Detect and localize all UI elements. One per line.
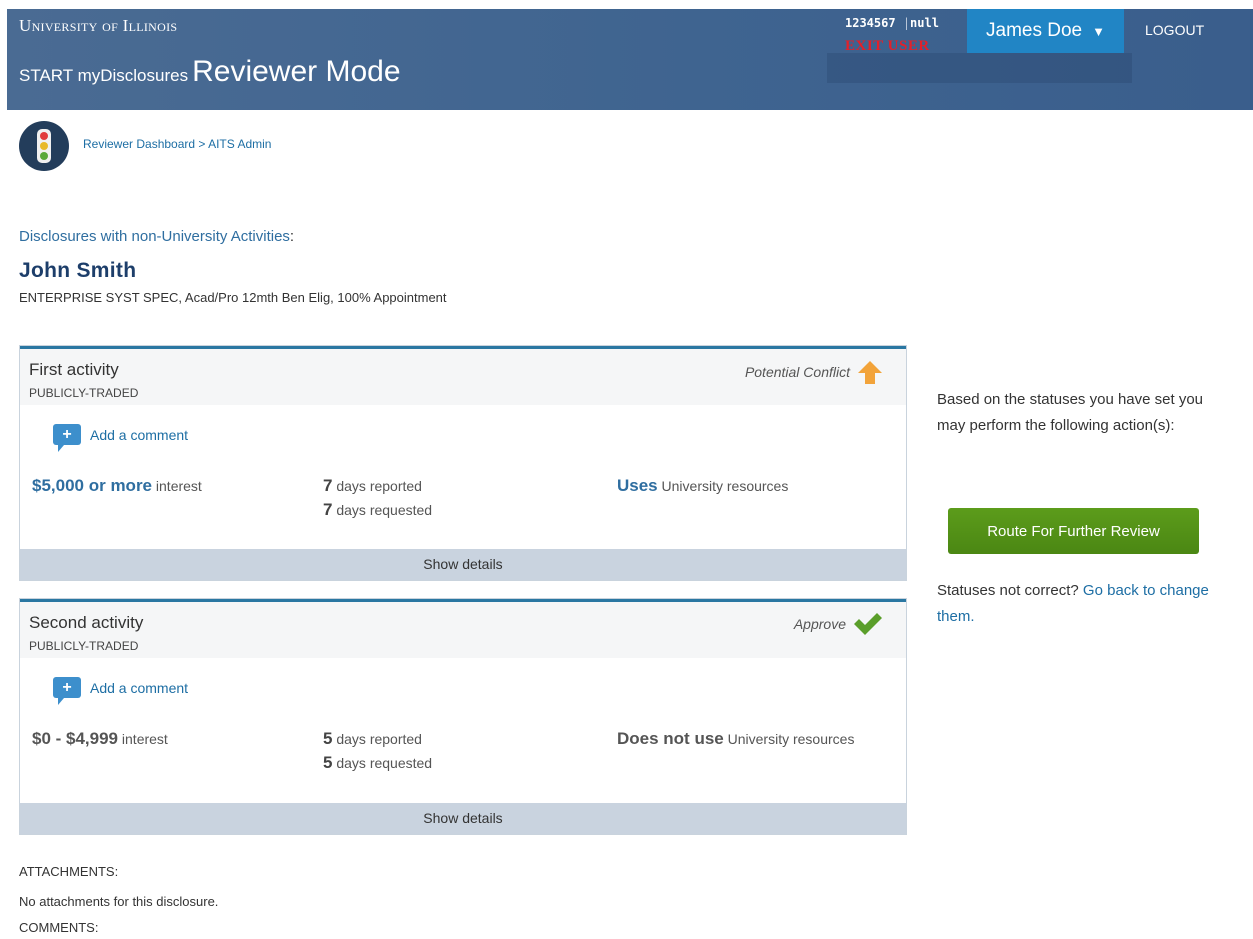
breadcrumb-dashboard-link[interactable]: Reviewer Dashboard xyxy=(83,137,195,151)
breadcrumb: Reviewer Dashboard > AITS Admin xyxy=(83,137,271,151)
days-reported-metric: 5 days reported xyxy=(323,729,422,749)
status-note: Statuses not correct? Go back to change … xyxy=(937,578,1227,630)
comment-plus-icon: + xyxy=(53,677,81,705)
resources-label: University resources xyxy=(727,731,855,747)
user-extra: null xyxy=(910,16,939,30)
activity-metrics: $0 - $4,999 interest 5 days reported 5 d… xyxy=(32,729,908,777)
arrow-up-icon xyxy=(858,361,882,384)
show-details-button[interactable]: Show details xyxy=(20,803,906,834)
traffic-light-icon xyxy=(19,121,69,171)
days-requested-value: 5 xyxy=(323,753,333,772)
activity-type: PUBLICLY-TRADED xyxy=(29,386,139,400)
activity-type: PUBLICLY-TRADED xyxy=(29,639,139,653)
interest-amount: $0 - $4,999 xyxy=(32,729,119,748)
add-comment-label: Add a comment xyxy=(90,679,189,696)
user-id: 1234567 xyxy=(845,16,896,30)
header-shade xyxy=(827,53,1132,83)
user-menu-button[interactable]: James Doe ▼ xyxy=(967,9,1124,53)
days-requested-value: 7 xyxy=(323,500,333,519)
activity-name: First activity xyxy=(29,360,119,379)
activity-card: Second activity PUBLICLY-TRADED Approve … xyxy=(19,598,907,835)
user-id-display: 1234567 |null xyxy=(845,16,939,30)
breadcrumb-current-link[interactable]: AITS Admin xyxy=(208,137,271,151)
days-requested-metric: 7 days requested xyxy=(323,500,432,520)
app-title: START myDisclosures Reviewer Mode xyxy=(19,55,401,89)
comment-plus-icon: + xyxy=(53,424,81,452)
days-reported-value: 5 xyxy=(323,729,333,748)
status-note-text: Statuses not correct? xyxy=(937,582,1079,599)
days-requested-label: days requested xyxy=(336,502,433,518)
add-comment-label: Add a comment xyxy=(90,426,189,443)
user-id-separator: | xyxy=(902,16,911,30)
section-title: Disclosures with non-University Activiti… xyxy=(19,228,295,245)
resources-value: Does not use xyxy=(617,729,724,748)
app-prefix: START myDisclosures xyxy=(19,66,189,85)
add-comment-button[interactable]: + Add a comment xyxy=(53,677,189,705)
status-label: Potential Conflict xyxy=(744,364,850,380)
mode-title: Reviewer Mode xyxy=(192,55,401,88)
activity-card: First activity PUBLICLY-TRADED Potential… xyxy=(19,345,907,581)
activity-status: Potential Conflict xyxy=(745,360,882,384)
checkmark-icon xyxy=(854,613,882,635)
user-name: James Doe xyxy=(986,20,1083,41)
activity-status: Approve xyxy=(794,613,882,635)
university-name: University of Illinois xyxy=(19,16,178,35)
add-comment-button[interactable]: + Add a comment xyxy=(53,424,189,452)
days-reported-label: days reported xyxy=(336,731,422,747)
route-for-review-button[interactable]: Route For Further Review xyxy=(948,508,1199,554)
interest-metric: $0 - $4,999 interest xyxy=(32,729,168,749)
chevron-down-icon: ▼ xyxy=(1092,23,1105,39)
comments-label: COMMENTS: xyxy=(19,920,99,935)
resources-value: Uses xyxy=(617,476,658,495)
activity-metrics: $5,000 or more interest 7 days reported … xyxy=(32,476,908,524)
days-reported-value: 7 xyxy=(323,476,333,495)
days-reported-metric: 7 days reported xyxy=(323,476,422,496)
discloser-name: John Smith xyxy=(19,259,137,282)
resources-metric: Uses University resources xyxy=(617,476,788,496)
app-header: University of Illinois START myDisclosur… xyxy=(7,9,1253,110)
status-label: Approve xyxy=(793,616,846,632)
actions-intro: Based on the statuses you have set you m… xyxy=(937,391,1204,434)
days-requested-metric: 5 days requested xyxy=(323,753,432,773)
interest-metric: $5,000 or more interest xyxy=(32,476,202,496)
interest-label: interest xyxy=(155,478,202,494)
days-reported-label: days reported xyxy=(336,478,422,494)
activity-name: Second activity xyxy=(29,613,144,632)
attachments-empty-text: No attachments for this disclosure. xyxy=(19,894,219,909)
resources-metric: Does not use University resources xyxy=(617,729,854,749)
discloser-position: ENTERPRISE SYST SPEC, Acad/Pro 12mth Ben… xyxy=(19,290,447,305)
attachments-label: ATTACHMENTS: xyxy=(19,864,119,879)
section-title-text: Disclosures with non-University Activiti… xyxy=(19,228,290,245)
logout-link[interactable]: LOGOUT xyxy=(1145,22,1204,38)
resources-label: University resources xyxy=(661,478,789,494)
show-details-button[interactable]: Show details xyxy=(20,549,906,580)
interest-amount: $5,000 or more xyxy=(32,476,153,495)
breadcrumb-separator: > xyxy=(198,137,206,151)
interest-label: interest xyxy=(121,731,168,747)
days-requested-label: days requested xyxy=(336,755,433,771)
